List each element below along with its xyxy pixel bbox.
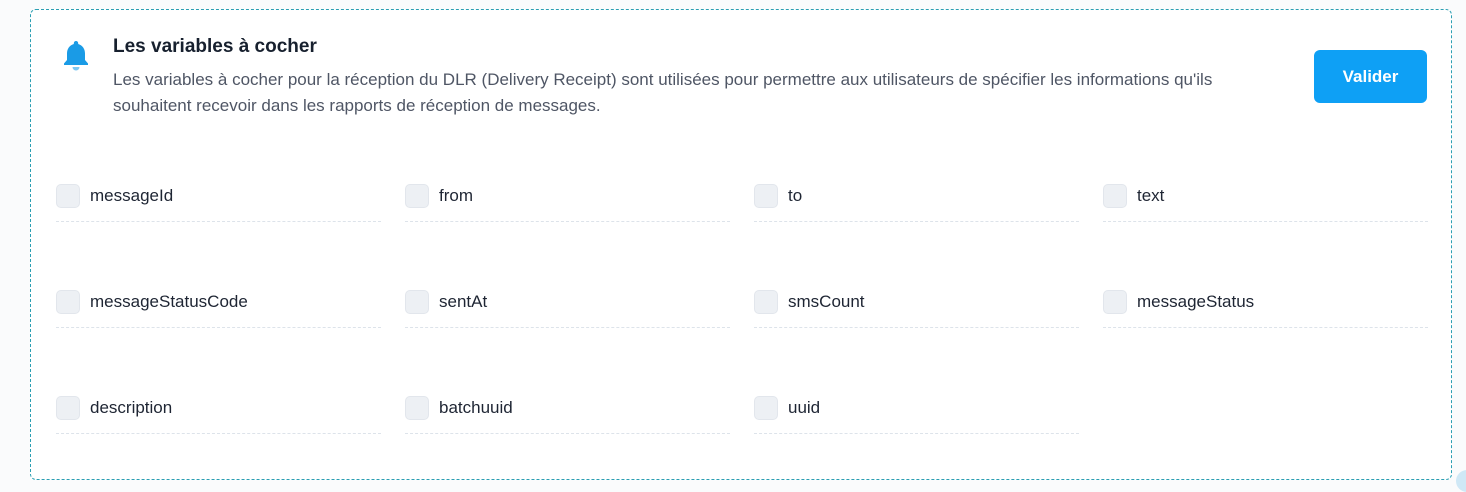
bell-icon <box>64 41 88 71</box>
validate-button[interactable]: Valider <box>1314 50 1427 103</box>
checkbox-smscount[interactable] <box>754 289 778 314</box>
option-label[interactable]: description <box>90 398 172 418</box>
option-label[interactable]: to <box>788 186 802 206</box>
checkbox-description[interactable] <box>56 395 80 420</box>
option-label[interactable]: messageStatusCode <box>90 292 248 312</box>
option-label[interactable]: messageId <box>90 186 173 206</box>
option-to: to <box>754 170 1079 276</box>
scroll-indicator <box>1456 470 1466 492</box>
section-description: Les variables à cocher pour la réception… <box>113 70 1213 115</box>
option-label[interactable]: from <box>439 186 473 206</box>
option-smscount: smsCount <box>754 276 1079 382</box>
option-messagestatuscode: messageStatusCode <box>56 276 381 382</box>
option-description: description <box>56 382 381 488</box>
checkbox-messagestatus[interactable] <box>1103 289 1127 314</box>
option-label[interactable]: batchuuid <box>439 398 513 418</box>
checkbox-sentat[interactable] <box>405 289 429 314</box>
option-label[interactable]: sentAt <box>439 292 487 312</box>
option-sentat: sentAt <box>405 276 730 382</box>
checkbox-messagestatuscode[interactable] <box>56 289 80 314</box>
option-messagestatus: messageStatus <box>1103 276 1428 382</box>
option-label[interactable]: uuid <box>788 398 820 418</box>
option-label[interactable]: messageStatus <box>1137 292 1254 312</box>
option-label[interactable]: smsCount <box>788 292 865 312</box>
option-batchuuid: batchuuid <box>405 382 730 488</box>
card-header: Les variables à cocher Les variables à c… <box>61 36 1431 119</box>
options-grid: messageId from to text messageStatusCode… <box>56 170 1428 488</box>
checkbox-from[interactable] <box>405 183 429 208</box>
checkbox-text[interactable] <box>1103 183 1127 208</box>
checkbox-uuid[interactable] <box>754 395 778 420</box>
option-uuid: uuid <box>754 382 1079 488</box>
option-text: text <box>1103 170 1428 276</box>
section-title: Les variables à cocher <box>113 36 317 57</box>
variables-card: Les variables à cocher Les variables à c… <box>30 9 1452 480</box>
option-messageid: messageId <box>56 170 381 276</box>
checkbox-to[interactable] <box>754 183 778 208</box>
checkbox-messageid[interactable] <box>56 183 80 208</box>
option-label[interactable]: text <box>1137 186 1164 206</box>
option-from: from <box>405 170 730 276</box>
checkbox-batchuuid[interactable] <box>405 395 429 420</box>
